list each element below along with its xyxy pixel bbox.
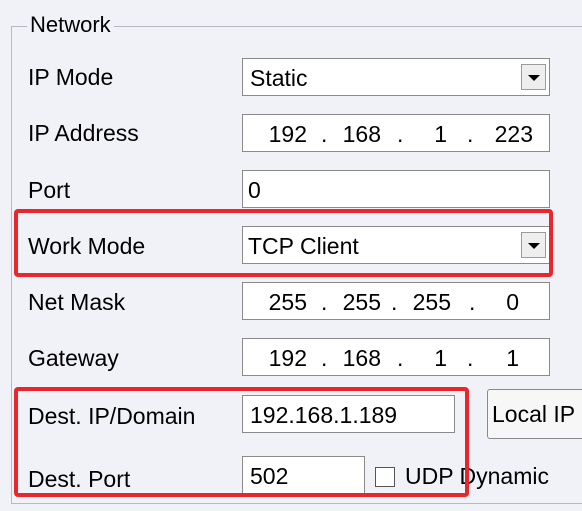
gateway-octet-3[interactable]: 1 [397, 344, 447, 372]
dest-port-label: Dest. Port [28, 466, 131, 492]
net-mask-label: Net Mask [28, 289, 126, 315]
gateway-label: Gateway [28, 345, 119, 371]
port-input[interactable]: 0 [242, 170, 550, 208]
port-label: Port [28, 177, 71, 203]
ip-address-separator: . [321, 121, 328, 147]
gateway-separator: . [321, 345, 328, 371]
work-mode-label: Work Mode [28, 233, 146, 259]
net-mask-separator: . [321, 289, 328, 315]
gateway-input[interactable]: 192 . 168 . 1 . 1 [242, 338, 550, 376]
work-mode-value: TCP Client [248, 233, 359, 259]
net-mask-octet-2[interactable]: 255 [331, 288, 381, 316]
dest-ip-label: Dest. IP/Domain [28, 403, 196, 429]
ip-address-octet-2[interactable]: 168 [331, 120, 381, 148]
dest-ip-value: 192.168.1.189 [250, 402, 398, 428]
ip-address-octet-3[interactable]: 1 [397, 120, 447, 148]
local-ip-button[interactable]: Local IP [487, 389, 582, 439]
port-value: 0 [248, 177, 261, 203]
net-mask-octet-1[interactable]: 255 [257, 288, 307, 316]
work-mode-select[interactable]: TCP Client [242, 226, 550, 264]
net-mask-octet-3[interactable]: 255 [401, 288, 451, 316]
network-settings-panel: Network IP Mode Static IP Address 192 . … [0, 0, 582, 511]
ip-address-separator: . [467, 121, 474, 147]
net-mask-input[interactable]: 255 . 255 . 255 . 0 [242, 282, 550, 320]
net-mask-separator: . [391, 289, 398, 315]
ip-mode-select[interactable]: Static [242, 58, 550, 96]
chevron-down-icon[interactable] [521, 232, 546, 258]
udp-dynamic-label[interactable]: UDP Dynamic [405, 462, 549, 490]
gateway-octet-4[interactable]: 1 [469, 344, 519, 372]
gateway-octet-2[interactable]: 168 [331, 344, 381, 372]
dest-port-value: 502 [250, 463, 289, 489]
ip-address-octet-4[interactable]: 223 [483, 120, 533, 148]
gateway-octet-1[interactable]: 192 [257, 344, 307, 372]
ip-address-input[interactable]: 192 . 168 . 1 . 223 [242, 114, 550, 152]
net-mask-octet-4[interactable]: 0 [469, 288, 519, 316]
network-group-title: Network [27, 12, 114, 38]
ip-mode-value: Static [250, 65, 308, 91]
chevron-down-icon[interactable] [521, 64, 546, 90]
udp-dynamic-checkbox[interactable] [375, 467, 395, 487]
ip-address-label: IP Address [28, 120, 139, 146]
dest-ip-input[interactable]: 192.168.1.189 [242, 395, 455, 433]
dest-port-input[interactable]: 502 [242, 456, 365, 494]
ip-address-octet-1[interactable]: 192 [257, 120, 307, 148]
ip-mode-label: IP Mode [28, 64, 114, 90]
